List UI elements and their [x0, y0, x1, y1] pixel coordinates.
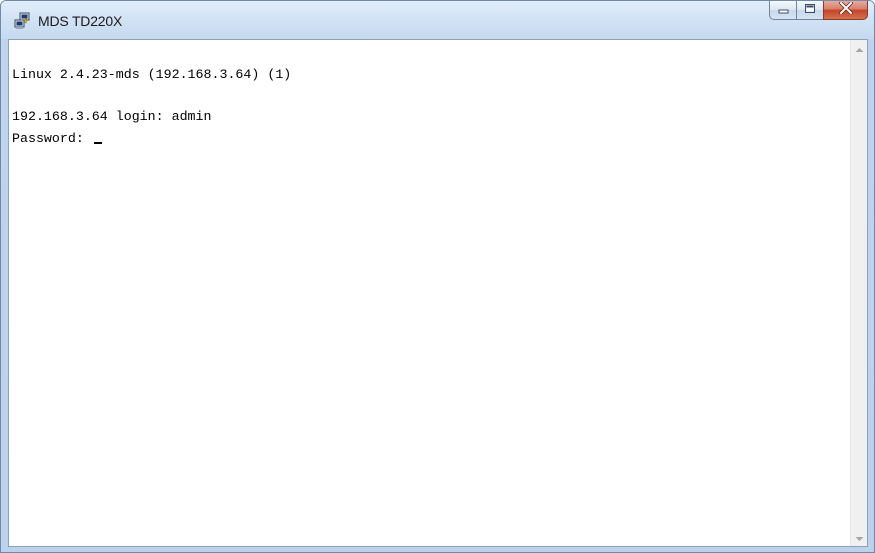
terminal-line: 192.168.3.64 login: admin [12, 109, 212, 124]
scroll-up-button[interactable] [851, 40, 867, 57]
putty-terminal-icon[interactable] [13, 12, 31, 30]
scroll-down-button[interactable] [851, 529, 867, 546]
text-cursor [93, 142, 102, 144]
password-prompt: Password: [12, 131, 92, 146]
close-icon [838, 1, 853, 19]
close-button[interactable] [823, 1, 868, 20]
window-bottom-border [1, 546, 874, 552]
terminal-prompt-line: Password: [12, 131, 102, 147]
terminal-screen[interactable]: Linux 2.4.23-mds (192.168.3.64) (1) 192.… [9, 40, 849, 546]
maximize-button[interactable] [796, 1, 823, 20]
scroll-down-arrow-icon [855, 529, 864, 547]
scroll-up-arrow-icon [855, 40, 864, 58]
title-bar[interactable]: MDS TD220X [1, 1, 874, 39]
terminal-client-area[interactable]: Linux 2.4.23-mds (192.168.3.64) (1) 192.… [8, 39, 868, 547]
vertical-scrollbar[interactable] [850, 40, 867, 546]
terminal-window: MDS TD220X Linux 2.4.23-mds (192.168.3.6… [0, 0, 875, 553]
minimize-button[interactable] [769, 1, 796, 20]
window-title: MDS TD220X [38, 13, 123, 29]
scrollbar-track[interactable] [851, 57, 867, 529]
minimize-icon [778, 1, 789, 19]
terminal-line: Linux 2.4.23-mds (192.168.3.64) (1) [12, 67, 292, 82]
maximize-icon [804, 1, 816, 19]
caption-buttons [769, 1, 868, 21]
